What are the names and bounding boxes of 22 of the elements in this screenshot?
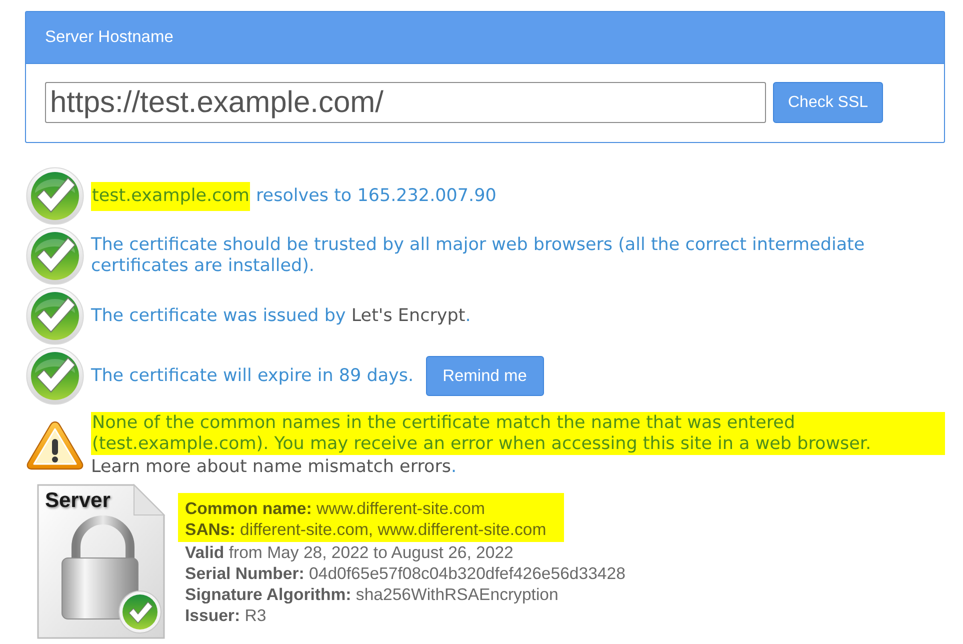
- learn-more-link[interactable]: Learn more about name mismatch errors: [91, 457, 452, 477]
- detail-line: Signature Algorithm: sha256WithRSAEncryption: [185, 584, 560, 606]
- padlock-icon: [62, 516, 138, 620]
- detail-line: Common name: www.different-site.com: [185, 498, 486, 520]
- check-badge-icon: [118, 590, 162, 634]
- detail-line: SANs: different-site.com, www.different-site.com: [185, 519, 546, 541]
- detail-line: Valid from May 28, 2022 to August 26, 2022: [185, 542, 514, 563]
- server-label: Server: [45, 489, 110, 513]
- check-message: The certificate will expire in 89 days.: [91, 366, 414, 386]
- panel-header: Server Hostname: [26, 12, 944, 64]
- help-sentence: Learn more about name mismatch errors.: [91, 457, 458, 478]
- check-circle-icon: [26, 287, 84, 345]
- check-circle-icon: [26, 167, 84, 225]
- check-message: The certificate was issued by Let's Encrypt.: [91, 306, 471, 326]
- check-circle-icon: [26, 347, 84, 405]
- detail-line: Issuer: R3: [185, 605, 268, 627]
- url-input[interactable]: https://test.example.com/: [45, 82, 766, 123]
- detail-line: Serial Number: 04d0f65e57f08c04b320dfef426e56d33428: [185, 562, 626, 584]
- check-message: The certificate should be trusted by all major web browsers (all the correct intermediate certificates are installed).: [91, 235, 866, 277]
- warning-icon: [25, 420, 85, 470]
- check-circle-icon: [26, 227, 84, 285]
- check-message: None of the common names in the certificate match the name that was entered (test.example.com). You may receive an error when accessing this site in a web browser.: [91, 412, 945, 455]
